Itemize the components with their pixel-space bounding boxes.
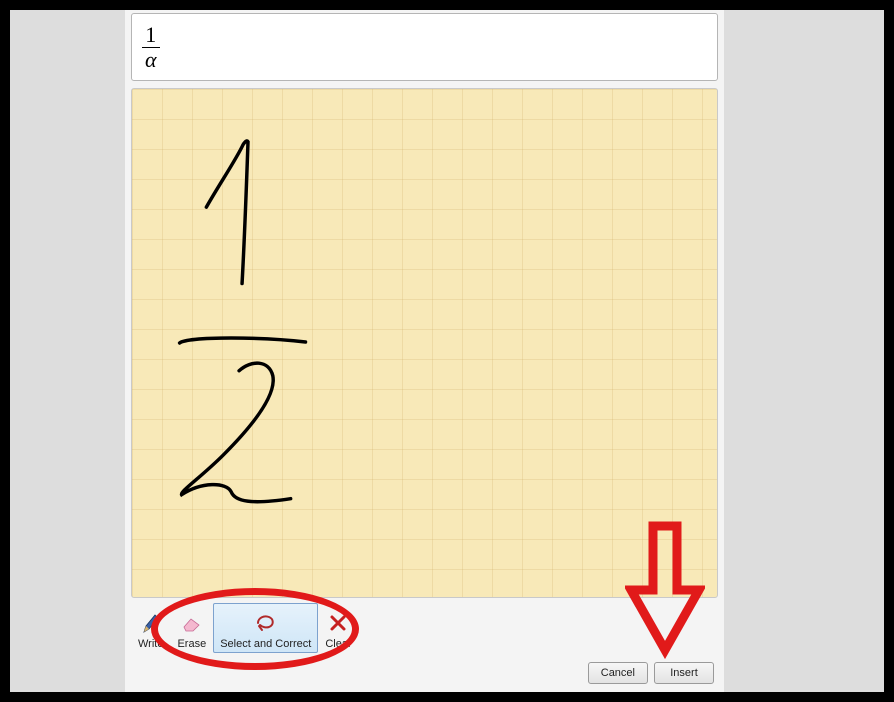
dialog-frame: 1 α <box>10 10 884 692</box>
ink-strokes <box>132 89 717 597</box>
clear-label: Clear <box>325 638 351 650</box>
ink-toolbar: Write Erase Select and Correct <box>131 603 359 653</box>
write-label: Write <box>138 638 163 650</box>
equation-preview: 1 α <box>131 13 718 81</box>
insert-button[interactable]: Insert <box>654 662 714 684</box>
erase-label: Erase <box>177 638 206 650</box>
left-gutter <box>10 10 125 692</box>
fraction-denominator: α <box>142 48 160 71</box>
handwriting-canvas[interactable] <box>131 88 718 598</box>
eraser-icon <box>181 610 203 636</box>
right-gutter <box>724 10 884 692</box>
pencil-icon <box>141 610 161 636</box>
erase-button[interactable]: Erase <box>170 603 213 653</box>
dialog-buttons: Cancel Insert <box>588 662 714 684</box>
lasso-icon <box>253 610 279 636</box>
select-correct-label: Select and Correct <box>220 638 311 650</box>
x-icon <box>329 610 347 636</box>
math-input-panel: 1 α <box>125 10 724 692</box>
write-button[interactable]: Write <box>131 603 170 653</box>
select-and-correct-button[interactable]: Select and Correct <box>213 603 318 653</box>
cancel-button[interactable]: Cancel <box>588 662 648 684</box>
fraction-display: 1 α <box>142 24 160 71</box>
clear-button[interactable]: Clear <box>318 603 358 653</box>
fraction-numerator: 1 <box>142 24 159 47</box>
